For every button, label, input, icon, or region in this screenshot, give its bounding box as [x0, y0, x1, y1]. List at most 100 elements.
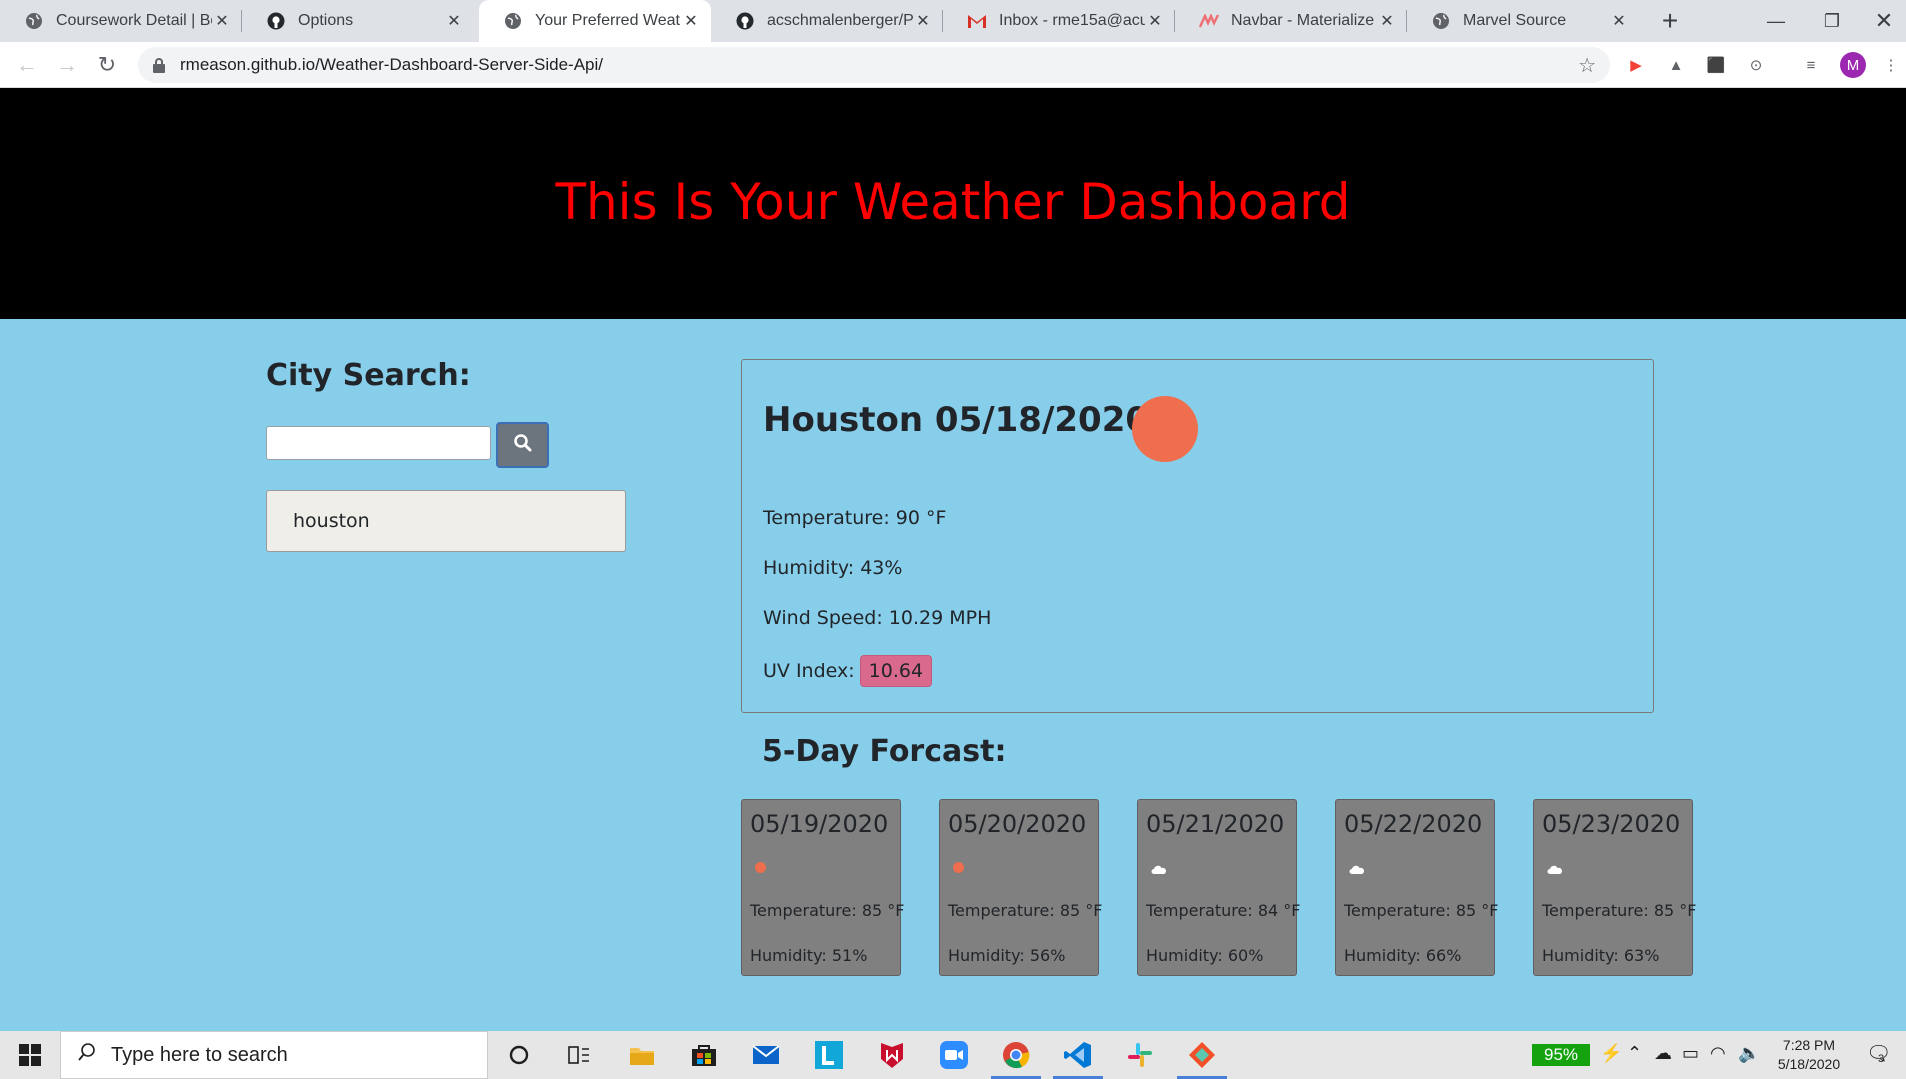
windows-start-icon[interactable] [0, 1031, 60, 1079]
gmail-icon [967, 11, 987, 31]
minimize-icon[interactable]: — [1748, 0, 1804, 42]
search-history-item[interactable]: houston [266, 490, 626, 552]
browser-tab[interactable]: Marvel Source ✕ [1407, 0, 1639, 42]
browser-tab-active[interactable]: Your Preferred Weathe ✕ [479, 0, 711, 42]
menu-icon[interactable]: ⋮ [1880, 54, 1902, 76]
forecast-date: 05/23/2020 [1542, 810, 1681, 838]
file-explorer-icon[interactable] [626, 1039, 658, 1071]
extension-icon[interactable]: ▶ [1625, 54, 1647, 76]
browser-tab[interactable]: Inbox - rme15a@acu.e ✕ [943, 0, 1175, 42]
forecast-date: 05/19/2020 [750, 810, 889, 838]
forecast-humidity: Humidity: 63% [1542, 946, 1660, 965]
forecast-humidity: Humidity: 66% [1344, 946, 1462, 965]
wifi-icon[interactable]: ◠ [1710, 1043, 1726, 1064]
github-icon [735, 11, 755, 31]
address-bar[interactable]: rmeason.github.io/Weather-Dashboard-Serv… [138, 47, 1610, 83]
current-weather-card: Houston 05/18/2020 Temperature: 90 °F Hu… [741, 359, 1654, 713]
task-view-icon[interactable] [563, 1039, 595, 1071]
mail-icon[interactable] [750, 1039, 782, 1071]
city-search-input[interactable] [266, 426, 491, 460]
search-button[interactable] [496, 422, 549, 468]
vscode-icon[interactable] [1062, 1039, 1094, 1071]
close-tab-icon[interactable]: ✕ [681, 11, 701, 31]
notification-count: 3 [1878, 1053, 1885, 1065]
page-title: This Is Your Weather Dashboard [555, 173, 1351, 231]
sun-icon [1132, 396, 1198, 462]
close-tab-icon[interactable]: ✕ [1609, 11, 1629, 31]
forecast-date: 05/20/2020 [948, 810, 1087, 838]
browser-tab[interactable]: acschmalenberger/Proj ✕ [711, 0, 943, 42]
app-l-icon[interactable] [813, 1039, 845, 1071]
clock-time: 7:28 PM [1782, 1037, 1836, 1053]
github-icon [266, 11, 286, 31]
slack-icon[interactable] [1124, 1039, 1156, 1071]
microsoft-store-icon[interactable] [688, 1039, 720, 1071]
back-arrow-icon[interactable]: ← [12, 50, 42, 80]
lock-icon [152, 57, 166, 73]
browser-tab[interactable]: Coursework Detail | Bo ✕ [0, 0, 242, 42]
close-tab-icon[interactable]: ✕ [913, 11, 933, 31]
sun-icon [953, 862, 964, 873]
taskbar-search-box[interactable]: Type here to search [60, 1031, 488, 1079]
forecast-humidity: Humidity: 51% [750, 946, 868, 965]
power-plug-icon[interactable]: ⚡ [1600, 1043, 1622, 1064]
git-kraken-icon[interactable] [1186, 1039, 1218, 1071]
extension-icon[interactable]: ⊙ [1745, 54, 1767, 76]
forecast-card: 05/20/2020 Temperature: 85 °F Humidity: … [939, 799, 1103, 976]
cloud-icon [1151, 862, 1166, 874]
browser-toolbar: ← → ↻ rmeason.github.io/Weather-Dashboar… [0, 42, 1906, 88]
tab-title: Your Preferred Weathe [535, 12, 681, 29]
forecast-temperature: Temperature: 85 °F [1344, 901, 1499, 920]
taskbar-search-placeholder: Type here to search [111, 1043, 288, 1066]
battery-icon[interactable]: ▭ [1682, 1043, 1699, 1064]
browser-tab[interactable]: Options ✕ [242, 0, 474, 42]
materialize-icon [1199, 11, 1219, 31]
volume-icon[interactable]: 🔈 [1738, 1043, 1760, 1064]
mcafee-icon[interactable] [876, 1039, 908, 1071]
tab-title: Navbar - Materialize [1231, 12, 1375, 29]
forecast-temperature: Temperature: 85 °F [750, 901, 905, 920]
forecast-temperature: Temperature: 85 °F [1542, 901, 1697, 920]
chevron-up-icon[interactable]: ⌃ [1627, 1043, 1642, 1064]
forecast-card: 05/19/2020 Temperature: 85 °F Humidity: … [741, 799, 905, 976]
page-header: This Is Your Weather Dashboard [0, 88, 1906, 319]
profile-avatar[interactable]: M [1840, 52, 1866, 78]
battery-indicator[interactable]: 95% [1532, 1044, 1590, 1066]
close-tab-icon[interactable]: ✕ [1145, 11, 1165, 31]
notification-center-icon[interactable]: 🗨 3 [1866, 1041, 1891, 1066]
close-tab-icon[interactable]: ✕ [1377, 11, 1397, 31]
google-drive-icon[interactable]: ▲ [1665, 54, 1687, 76]
current-city-title: Houston 05/18/2020 [763, 400, 1150, 440]
extension-icon[interactable]: ⬛ [1705, 54, 1727, 76]
media-control-icon[interactable]: ≡ [1800, 54, 1822, 76]
zoom-icon[interactable] [938, 1039, 970, 1071]
cortana-icon[interactable] [503, 1039, 535, 1071]
cloud-icon [1349, 862, 1364, 874]
current-humidity: Humidity: 43% [763, 557, 903, 579]
system-clock[interactable]: 7:28 PM 5/18/2020 [1770, 1036, 1848, 1074]
browser-tab-strip: Coursework Detail | Bo ✕ Options ✕ Your … [0, 0, 1906, 42]
browser-tab[interactable]: Navbar - Materialize ✕ [1175, 0, 1407, 42]
bookmark-star-icon[interactable]: ☆ [1578, 53, 1596, 78]
forecast-card: 05/23/2020 Temperature: 85 °F Humidity: … [1533, 799, 1697, 976]
uv-index-row: UV Index: 10.64 [763, 655, 933, 687]
forecast-temperature: Temperature: 84 °F [1146, 901, 1301, 920]
forecast-humidity: Humidity: 56% [948, 946, 1066, 965]
chrome-icon[interactable] [1000, 1039, 1032, 1071]
reload-icon[interactable]: ↻ [92, 50, 122, 80]
close-tab-icon[interactable]: ✕ [212, 11, 232, 31]
clock-date: 5/18/2020 [1777, 1056, 1841, 1072]
onedrive-cloud-icon[interactable]: ☁ [1654, 1043, 1672, 1064]
sun-icon [755, 862, 766, 873]
close-tab-icon[interactable]: ✕ [444, 11, 464, 31]
new-tab-button[interactable]: + [1655, 5, 1685, 36]
close-window-icon[interactable]: ✕ [1856, 0, 1906, 42]
forward-arrow-icon[interactable]: → [52, 50, 82, 80]
forecast-title: 5-Day Forcast: [762, 734, 1007, 769]
globe-icon [1431, 11, 1451, 31]
forecast-date: 05/21/2020 [1146, 810, 1285, 838]
uv-index-badge: 10.64 [859, 655, 933, 687]
forecast-temperature: Temperature: 85 °F [948, 901, 1103, 920]
cloud-icon [1547, 862, 1562, 874]
restore-icon[interactable]: ❐ [1804, 0, 1860, 42]
